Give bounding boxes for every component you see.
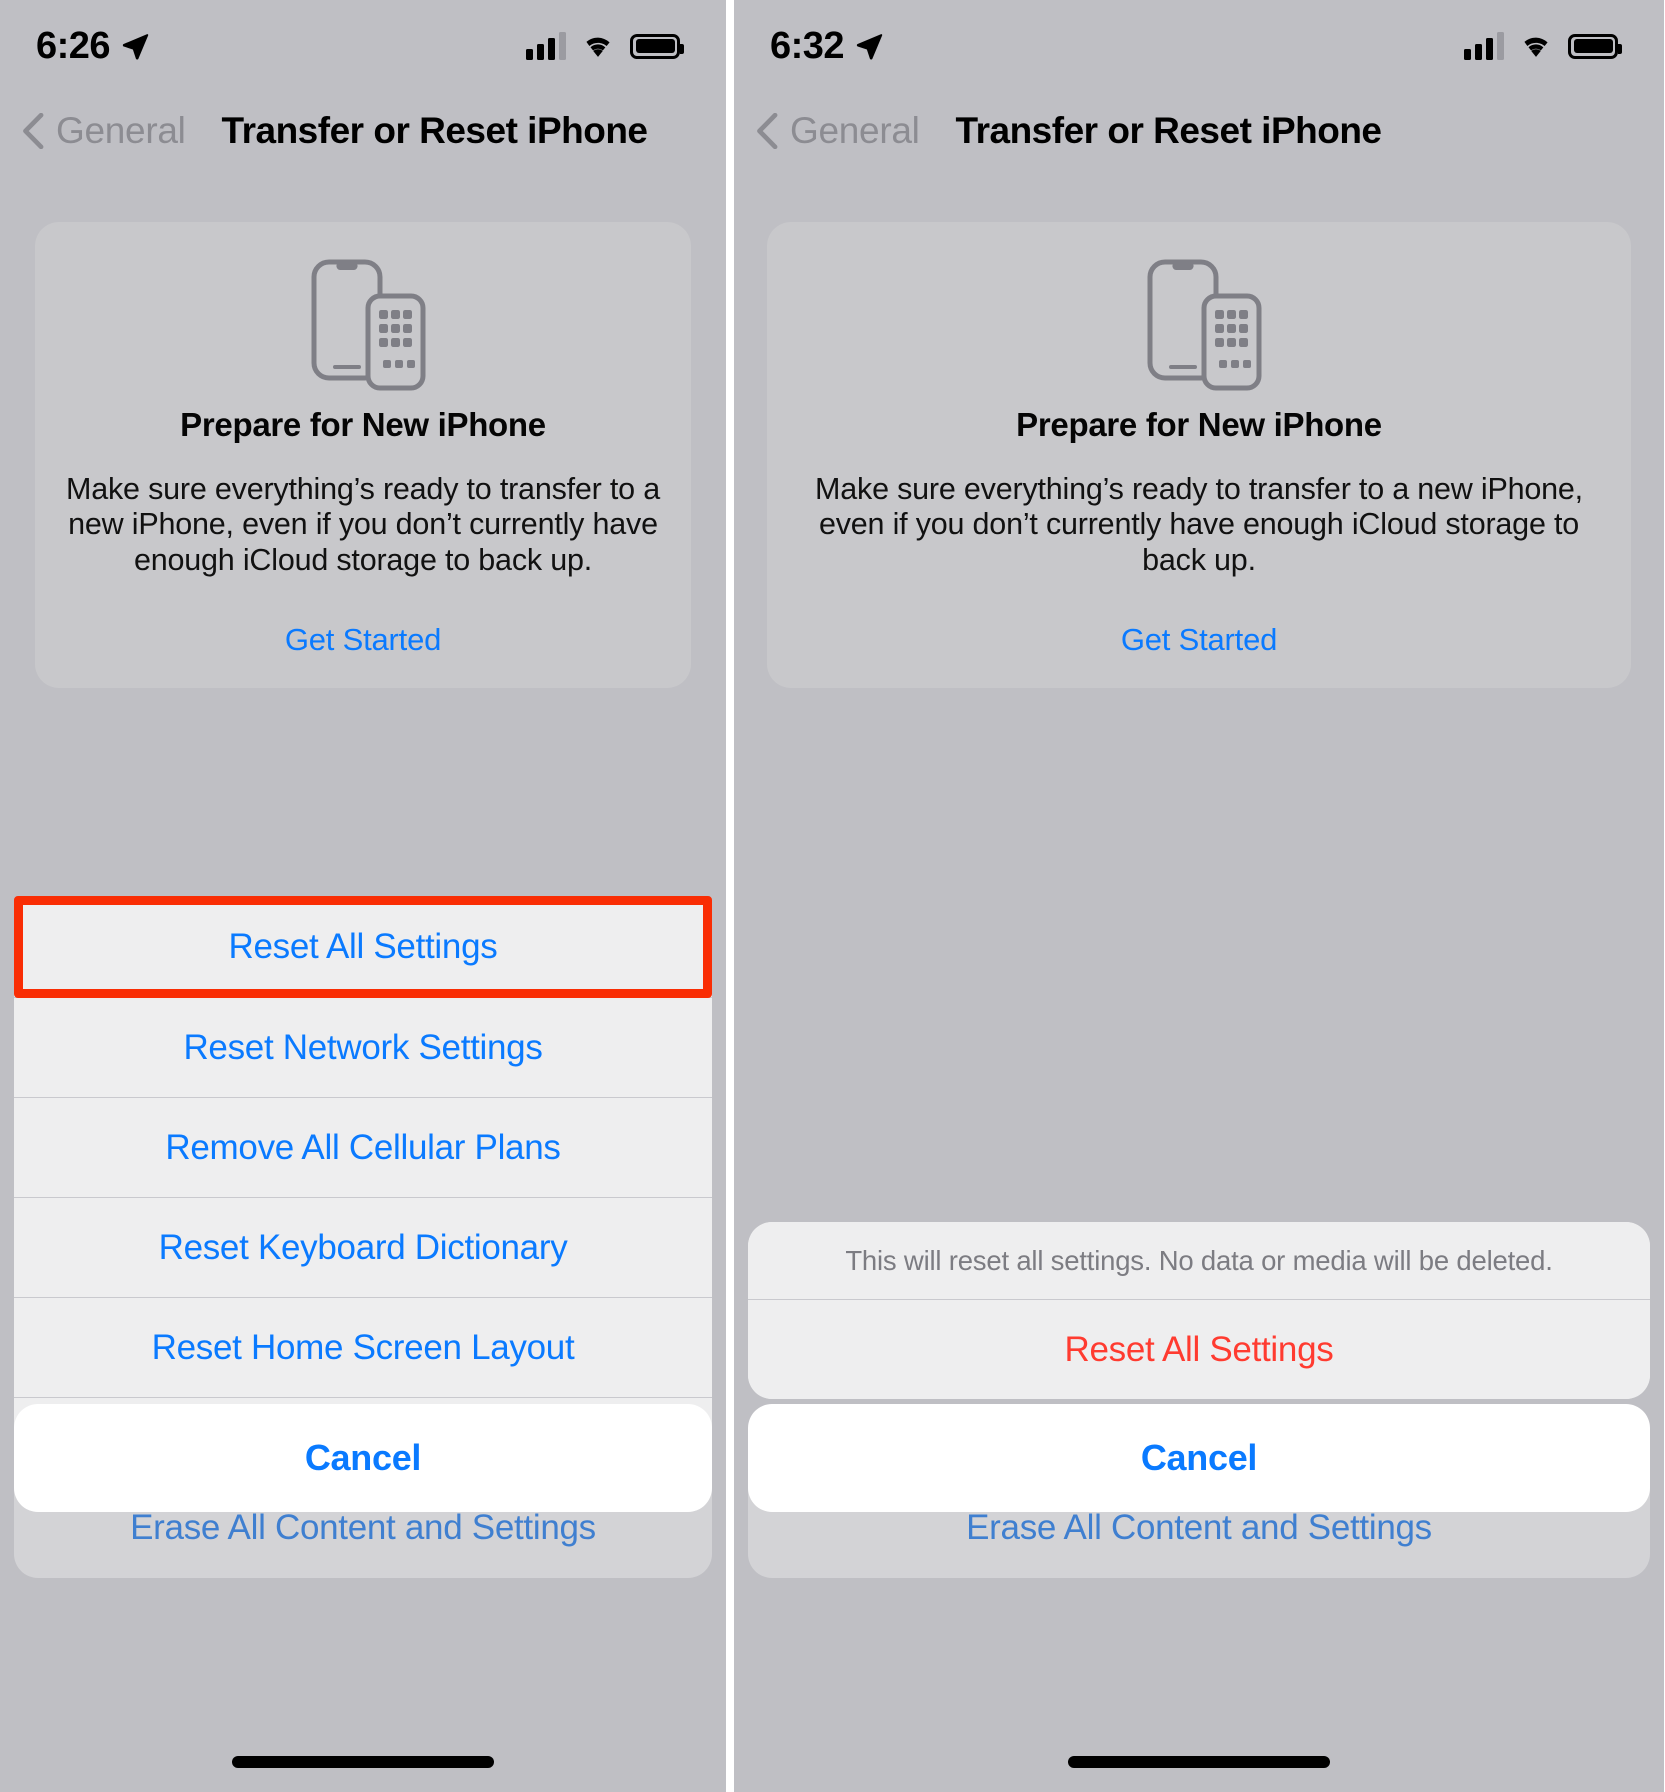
erase-all-content-label: Erase All Content and Settings <box>130 1508 596 1547</box>
remove-all-cellular-plans-button[interactable]: Remove All Cellular Plans <box>14 1097 712 1197</box>
row-label: Reset All Settings <box>228 927 498 966</box>
battery-full-icon <box>630 33 684 59</box>
chevron-left-icon <box>23 113 44 149</box>
status-bar-right <box>526 32 684 60</box>
iphone-screen-left: 6:26 General Transfer or Reset iPhone Pr… <box>0 0 726 1792</box>
navigation-bar: General Transfer or Reset iPhone <box>734 92 1664 170</box>
reset-network-settings-button[interactable]: Reset Network Settings <box>14 997 712 1097</box>
card-title: Prepare for New iPhone <box>180 406 546 443</box>
two-iphones-icon <box>1147 259 1262 391</box>
back-button[interactable]: General <box>756 110 920 152</box>
navigation-bar: General Transfer or Reset iPhone <box>0 92 726 170</box>
status-time: 6:26 <box>36 24 111 67</box>
wifi-icon <box>586 37 610 57</box>
screenshot-stage: 6:26 General Transfer or Reset iPhone Pr… <box>0 0 1665 1792</box>
row-label: Reset Home Screen Layout <box>151 1327 575 1367</box>
page-title: Transfer or Reset iPhone <box>221 110 648 151</box>
status-bar: 6:26 <box>0 0 726 92</box>
status-bar: 6:32 <box>734 0 1664 92</box>
home-indicator <box>1068 1756 1330 1768</box>
two-iphones-icon <box>311 259 426 391</box>
confirm-reset-all-settings-button[interactable]: Reset All Settings <box>748 1299 1650 1399</box>
status-bar-left: 6:32 <box>770 25 884 68</box>
status-bar-left: 6:26 <box>36 25 150 68</box>
back-button[interactable]: General <box>22 110 186 152</box>
location-arrow-icon <box>856 34 883 60</box>
prepare-for-new-iphone-card: Prepare for New iPhone Make sure everyth… <box>767 222 1631 689</box>
card-title: Prepare for New iPhone <box>1016 406 1382 443</box>
back-button-label: General <box>790 110 920 151</box>
card-description: Make sure everything’s ready to transfer… <box>815 472 1583 577</box>
card-description: Make sure everything’s ready to transfer… <box>66 472 660 577</box>
reset-all-settings-button[interactable]: Reset All Settings <box>14 897 712 997</box>
page-title: Transfer or Reset iPhone <box>955 110 1382 151</box>
reset-confirmation-sheet: This will reset all settings. No data or… <box>748 1222 1650 1399</box>
row-label: Remove All Cellular Plans <box>165 1127 561 1167</box>
confirmation-message: This will reset all settings. No data or… <box>748 1222 1650 1299</box>
cancel-label: Cancel <box>1140 1437 1258 1478</box>
reset-keyboard-dictionary-button[interactable]: Reset Keyboard Dictionary <box>14 1197 712 1297</box>
row-label: Reset Network Settings <box>183 1027 543 1067</box>
get-started-link[interactable]: Get Started <box>797 622 1601 658</box>
cellular-bars-icon <box>526 32 566 60</box>
reset-home-screen-layout-button[interactable]: Reset Home Screen Layout <box>14 1297 712 1397</box>
prepare-for-new-iphone-card: Prepare for New iPhone Make sure everyth… <box>35 222 691 689</box>
battery-full-icon <box>1568 33 1622 59</box>
home-indicator <box>232 1756 494 1768</box>
row-label: Reset Keyboard Dictionary <box>158 1227 568 1267</box>
chevron-left-icon <box>757 113 778 149</box>
get-started-link[interactable]: Get Started <box>65 622 661 658</box>
cancel-button[interactable]: Cancel <box>14 1404 712 1512</box>
cancel-button[interactable]: Cancel <box>748 1404 1650 1512</box>
panel-divider <box>726 0 734 1792</box>
iphone-screen-right: 6:32 General Transfer or Reset iPhone Pr… <box>734 0 1664 1792</box>
cellular-bars-icon <box>1464 32 1504 60</box>
status-time: 6:32 <box>770 24 845 67</box>
back-button-label: General <box>56 110 186 151</box>
erase-all-content-label: Erase All Content and Settings <box>966 1508 1432 1547</box>
wifi-icon <box>1524 37 1548 57</box>
row-label: Reset All Settings <box>1064 1329 1334 1369</box>
location-arrow-icon <box>122 34 149 60</box>
status-bar-right <box>1464 32 1622 60</box>
cancel-label: Cancel <box>304 1437 422 1478</box>
